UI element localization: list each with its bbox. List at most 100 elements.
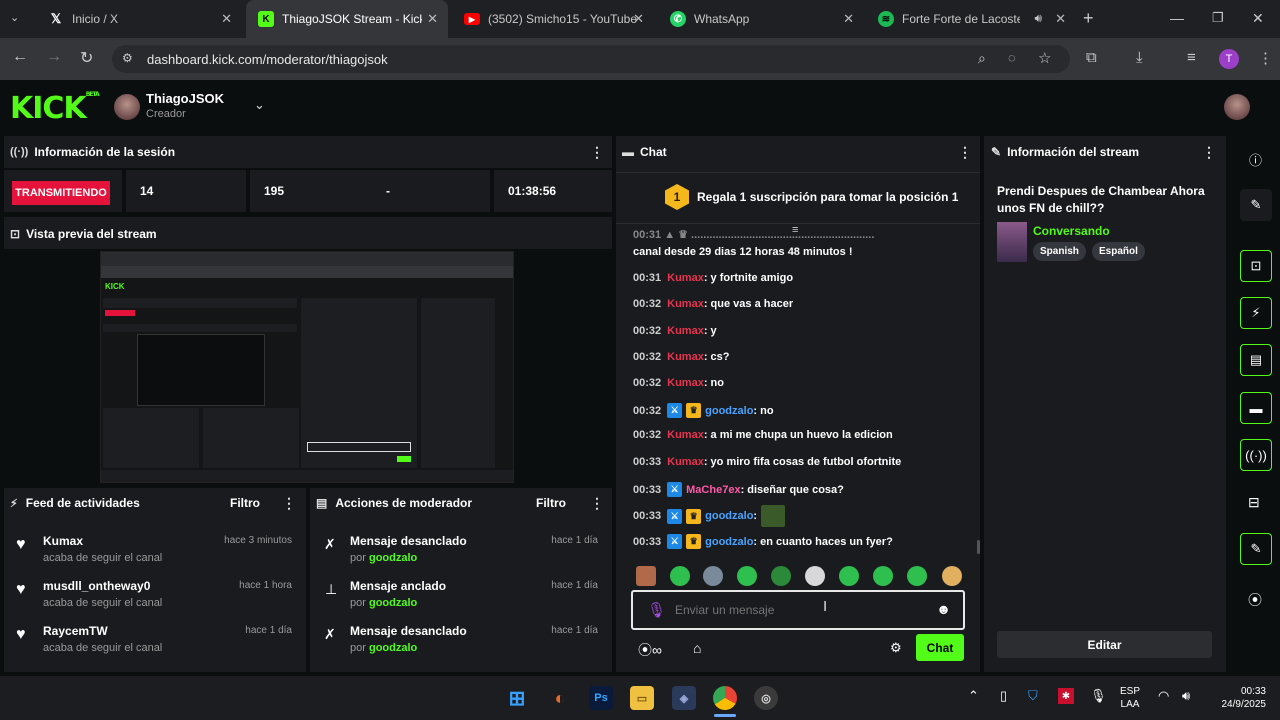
chat-message[interactable]: 00:32 Kumax : cs? [633, 351, 730, 363]
obs-icon[interactable]: ◎ [754, 686, 778, 710]
windows-start-icon[interactable]: ⊞ [505, 686, 529, 710]
emote-icon[interactable] [737, 566, 757, 586]
category-thumbnail[interactable] [997, 222, 1027, 262]
close-icon[interactable]: ✕ [633, 11, 644, 27]
chat-message[interactable]: 00:32 Kumax : a mi me chupa un huevo la … [633, 429, 893, 441]
feed-filter-button[interactable]: Filtro [230, 496, 260, 510]
emote-icon[interactable] [839, 566, 859, 586]
speaker-icon[interactable]: 🔊︎ [1034, 11, 1042, 26]
file-explorer-icon[interactable]: ▭ [630, 686, 654, 710]
wrench-toggle-icon[interactable]: ✎ [1240, 533, 1272, 565]
chevron-down-icon[interactable]: ⌄ [254, 97, 265, 113]
layout-icon[interactable]: ⊟ [1248, 494, 1260, 511]
chat-message[interactable]: 00:32 Kumax : y [633, 325, 717, 337]
chat-toggle-icon[interactable]: ▬ [1240, 392, 1272, 424]
broadcast-toggle-icon[interactable]: ((·)) [1240, 439, 1272, 471]
chevron-up-icon[interactable]: ⌃ [968, 688, 979, 704]
chat-message[interactable]: 00:33 Kumax : yo miro fifa cosas de futb… [633, 456, 901, 468]
chat-message[interactable]: 00:32 Kumax : que vas a hacer [633, 298, 793, 310]
zoom-icon[interactable]: ⌕ [978, 50, 986, 67]
tab-whatsapp[interactable]: ✆ WhatsApp ✕ [658, 0, 864, 38]
close-icon[interactable]: ✕ [843, 11, 854, 27]
message-user[interactable]: Kumax [667, 429, 704, 441]
site-settings-icon[interactable]: ⚙ [122, 51, 133, 65]
language-indicator[interactable]: ESP LAA [1120, 685, 1140, 711]
camera-toggle-icon[interactable]: ⊡ [1240, 250, 1272, 282]
tag-chip[interactable]: Español [1092, 242, 1145, 261]
kick-logo[interactable]: KICKBETA [10, 91, 100, 126]
message-user[interactable]: Kumax [667, 298, 704, 310]
store-icon[interactable]: ⌂ [693, 640, 701, 656]
message-user[interactable]: Kumax [667, 351, 704, 363]
close-icon[interactable]: ✕ [427, 11, 438, 27]
stream-preview-video[interactable]: KICK [100, 251, 514, 483]
message-user[interactable]: Kumax [667, 325, 704, 337]
reload-icon[interactable]: ↻ [80, 48, 93, 68]
tag-chip[interactable]: Spanish [1033, 242, 1086, 261]
close-icon[interactable]: ✕ [221, 11, 232, 27]
chat-menu-icon[interactable]: ⋮ [958, 144, 972, 161]
emote-icon[interactable] [907, 566, 927, 586]
feed-item[interactable]: ♥ Kumax acaba de seguir el canal hace 3 … [16, 534, 296, 564]
mod-action-item[interactable]: ⊥ Mensaje anclado por goodzalo hace 1 dí… [322, 579, 602, 609]
mod-filter-button[interactable]: Filtro [536, 496, 566, 510]
close-icon[interactable]: ✕ [1055, 11, 1066, 27]
mod-menu-icon[interactable]: ⋮ [590, 495, 604, 512]
tab-spotify[interactable]: ≋ Forte Forte de Lacoste - 🔊︎ ✕ [866, 0, 1076, 38]
emote-icon[interactable] [670, 566, 690, 586]
url-text[interactable]: dashboard.kick.com/moderator/thiagojsok [147, 52, 388, 67]
chat-message[interactable]: 00:32 ⚔ ♛ goodzalo : no [633, 403, 774, 418]
defender-icon[interactable]: ⛉ [1028, 688, 1038, 704]
message-user[interactable]: goodzalo [705, 405, 753, 417]
channel-avatar[interactable] [114, 94, 140, 120]
edit-pencil-icon[interactable]: ✎ [1240, 189, 1272, 221]
chat-input-box[interactable]: 🎙︎ Ι ☻ [631, 590, 965, 630]
blender-icon[interactable]: ◐ [548, 686, 572, 710]
window-close-button[interactable]: ✕ [1252, 10, 1264, 27]
emote-icon[interactable] [771, 566, 791, 586]
emoji-icon[interactable]: ☻ [936, 601, 951, 617]
session-menu-icon[interactable]: ⋮ [590, 144, 604, 161]
microphone-tray-icon[interactable]: 🎙︎ [1090, 688, 1107, 704]
chat-input[interactable] [675, 601, 915, 619]
photoshop-icon[interactable]: Ps [589, 686, 613, 710]
message-user[interactable]: Kumax [667, 456, 704, 468]
chat-message[interactable]: 00:32 Kumax : no [633, 377, 724, 389]
chrome-icon[interactable] [713, 686, 737, 710]
chat-message[interactable]: 00:33 ⚔ MaChe7ex : diseñar que cosa? [633, 482, 844, 497]
volume-icon[interactable]: 🔊︎ [1182, 688, 1190, 704]
media-control-icon[interactable]: ≡ [1187, 49, 1196, 66]
download-icon[interactable]: ⤓ [1136, 49, 1143, 66]
emote-icon[interactable] [942, 566, 962, 586]
tab-youtube[interactable]: ▶ (3502) Smicho15 - YouTube ✕ [452, 0, 654, 38]
microphone-icon[interactable]: 🎙︎ [647, 601, 666, 619]
bookmark-star-icon[interactable]: ☆ [1038, 49, 1051, 67]
community-icon[interactable]: ⦿ [1248, 590, 1262, 610]
message-user[interactable]: MaChe7ex [686, 484, 740, 496]
chat-settings-icon[interactable]: ⚙ [890, 640, 902, 656]
edit-stream-button[interactable]: Editar [997, 631, 1212, 658]
usb-icon[interactable]: ▯ [1000, 688, 1007, 704]
emote-icon[interactable] [703, 566, 723, 586]
send-chat-button[interactable]: Chat [916, 634, 964, 661]
browser-menu-icon[interactable]: ⋮ [1258, 49, 1273, 67]
info-icon[interactable]: ⓘ [1249, 150, 1262, 169]
chat-message[interactable]: 00:31 Kumax : y fortnite amigo [633, 272, 793, 284]
feed-item[interactable]: ♥ RaycemTW acaba de seguir el canal hace… [16, 624, 296, 654]
stream-info-menu-icon[interactable]: ⋮ [1202, 144, 1216, 161]
address-bar[interactable]: ⚙ dashboard.kick.com/moderator/thiagojso… [112, 45, 1070, 73]
new-tab-button[interactable]: + [1083, 8, 1094, 29]
category-name[interactable]: Conversando [1033, 224, 1110, 238]
feed-item[interactable]: ♥ musdll_ontheway0 acaba de seguir el ca… [16, 579, 296, 609]
back-icon[interactable]: ← [12, 48, 28, 66]
profile-avatar[interactable]: T [1219, 49, 1239, 69]
maximize-button[interactable]: ❐ [1212, 10, 1224, 26]
mod-action-item[interactable]: ✗ Mensaje desanclado por goodzalo hace 1… [322, 534, 602, 564]
user-avatar[interactable] [1224, 94, 1250, 120]
chat-message[interactable]: 00:33 ⚔ ♛ goodzalo : en cuanto haces un … [633, 534, 893, 549]
emote-icon[interactable] [636, 566, 656, 586]
bolt-toggle-icon[interactable]: ⚡︎ [1240, 297, 1272, 329]
tab-search-icon[interactable]: ⌄ [10, 11, 19, 24]
app-tray-icon[interactable]: ✱ [1058, 688, 1074, 704]
app-icon[interactable]: ◈ [672, 686, 696, 710]
